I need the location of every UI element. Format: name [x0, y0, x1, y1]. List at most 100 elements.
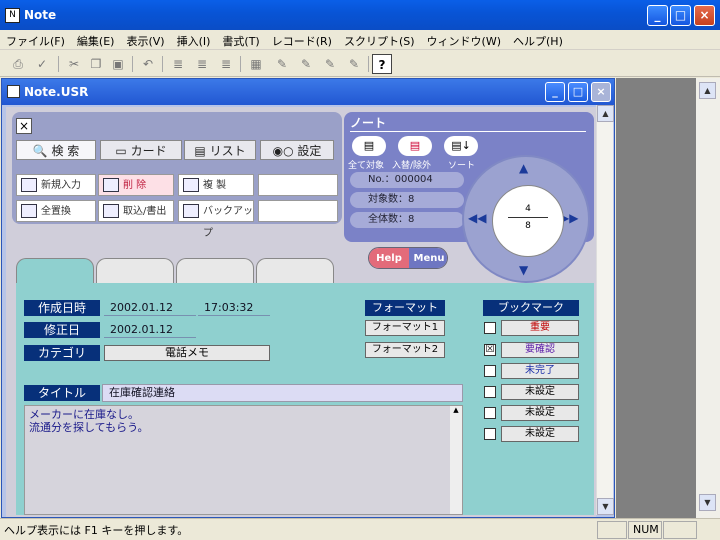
format-1-button[interactable]: フォーマット1 [365, 320, 445, 336]
import-export-button[interactable]: 取込/書出 [98, 200, 174, 222]
bookmark-checkbox[interactable]: ☒ [484, 344, 496, 356]
menu-window[interactable]: ウィンドウ(W) [421, 30, 507, 52]
dial-first-icon[interactable]: ◀◀ [468, 211, 486, 225]
delete-icon [103, 178, 119, 192]
tab-search[interactable]: 🔍 検 索 [16, 140, 96, 160]
form-tab-3[interactable] [176, 258, 254, 284]
status-text: ヘルプ表示には F1 キーを押します。 [4, 524, 189, 537]
bookmark-checkbox[interactable] [484, 428, 496, 440]
dial-up-icon[interactable]: ▲ [519, 161, 528, 175]
mdi-background [616, 78, 696, 518]
print-icon[interactable]: ⎙ [8, 54, 28, 74]
replace-all-button[interactable]: 全置換 [16, 200, 96, 222]
divider [508, 217, 548, 218]
dial-counter: 4 8 [492, 185, 564, 257]
child-maximize-button[interactable]: □ [568, 82, 588, 102]
scroll-up-icon[interactable]: ▲ [450, 406, 462, 414]
bookmark-needs-check[interactable]: 要確認 [501, 342, 579, 358]
tab-list[interactable]: ▤ リスト [184, 140, 256, 160]
delete-button[interactable]: 削 除 [98, 174, 174, 196]
script-icon[interactable]: ✎ [296, 54, 316, 74]
new-entry-button[interactable]: 新規入力 [16, 174, 96, 196]
target-count: 対象数：8 [350, 192, 464, 208]
title-label: タイトル [24, 385, 100, 401]
note-window-titlebar: Note.USR _ □ × [2, 79, 614, 105]
menu-button[interactable]: Menu [409, 248, 447, 268]
list-icon: ▤ [194, 144, 206, 158]
document-icon [7, 85, 20, 98]
bookmark-checkbox[interactable] [484, 407, 496, 419]
list-icon[interactable]: ≣ [216, 54, 236, 74]
menu-file[interactable]: ファイル(F) [0, 30, 71, 52]
list-icon[interactable]: ≣ [192, 54, 212, 74]
title-field[interactable]: 在庫確認連絡 [102, 384, 463, 402]
backup-button[interactable]: バックアップ [178, 200, 254, 239]
duplicate-button[interactable]: 複 製 [178, 174, 254, 196]
created-date: 2002.01.12 [104, 300, 196, 316]
replace-icon [21, 204, 37, 218]
search-icon: 🔍 [32, 144, 48, 158]
divider [350, 131, 586, 132]
dial-current: 4 [525, 204, 531, 214]
help-icon[interactable]: ? [372, 54, 392, 74]
main-vertical-scrollbar[interactable]: ▲ ▼ [696, 78, 720, 518]
textarea-scrollbar[interactable]: ▲ [450, 406, 462, 514]
bookmark-unset[interactable]: 未設定 [501, 405, 579, 421]
menu-help[interactable]: ヘルプ(H) [507, 30, 569, 52]
maximize-button[interactable]: □ [670, 5, 691, 26]
layout-icon[interactable]: ▦ [246, 54, 266, 74]
bookmark-important[interactable]: 重要 [501, 320, 579, 336]
close-icon[interactable]: × [16, 118, 32, 134]
select-all-button[interactable]: ▤ [352, 136, 386, 156]
bookmark-checkbox[interactable] [484, 386, 496, 398]
note-vertical-scrollbar[interactable]: ▲ ▼ [596, 105, 614, 515]
card-icon: ▭ [115, 144, 127, 158]
menu-script[interactable]: スクリプト(S) [338, 30, 421, 52]
menu-insert[interactable]: 挿入(I) [171, 30, 217, 52]
menu-view[interactable]: 表示(V) [120, 30, 170, 52]
scroll-down-icon[interactable]: ▼ [699, 494, 716, 511]
toolbar-separator [58, 56, 59, 72]
scroll-up-icon[interactable]: ▲ [699, 82, 716, 99]
form-tab-1[interactable] [16, 258, 94, 284]
modified-date: 2002.01.12 [104, 322, 196, 338]
script-icon[interactable]: ✎ [320, 54, 340, 74]
bookmark-incomplete[interactable]: 未完了 [501, 363, 579, 379]
swap-exclude-button[interactable]: ▤ [398, 136, 432, 156]
format-2-button[interactable]: フォーマット2 [365, 342, 445, 358]
duplicate-icon [183, 178, 199, 192]
close-button[interactable]: × [694, 5, 715, 26]
undo-icon[interactable]: ↶ [138, 54, 158, 74]
bookmark-unset[interactable]: 未設定 [501, 426, 579, 442]
category-field[interactable]: 電話メモ [104, 345, 270, 361]
scroll-up-icon[interactable]: ▲ [597, 105, 614, 122]
minimize-button[interactable]: _ [647, 5, 668, 26]
paste-icon[interactable]: ▣ [108, 54, 128, 74]
cut-icon[interactable]: ✂ [64, 54, 84, 74]
tab-settings[interactable]: ◉○ 設定 [260, 140, 334, 160]
dial-down-icon[interactable]: ▼ [519, 263, 528, 277]
form-tab-2[interactable] [96, 258, 174, 284]
help-button[interactable]: Help [369, 248, 409, 268]
spellcheck-icon[interactable]: ✓ [32, 54, 52, 74]
sort-label: ソート [448, 161, 476, 171]
copy-icon[interactable]: ❐ [86, 54, 106, 74]
tab-card[interactable]: ▭ カード [100, 140, 182, 160]
new-icon [21, 178, 37, 192]
bookmark-unset[interactable]: 未設定 [501, 384, 579, 400]
script-icon[interactable]: ✎ [344, 54, 364, 74]
list-icon[interactable]: ≣ [168, 54, 188, 74]
toolbar-separator [162, 56, 163, 72]
child-close-button[interactable]: × [591, 82, 611, 102]
scroll-down-icon[interactable]: ▼ [597, 498, 614, 515]
menu-format[interactable]: 書式(T) [216, 30, 265, 52]
menu-edit[interactable]: 編集(E) [71, 30, 121, 52]
script-icon[interactable]: ✎ [272, 54, 292, 74]
bookmark-checkbox[interactable] [484, 322, 496, 334]
form-tab-4[interactable] [256, 258, 334, 284]
sort-button[interactable]: ▤↓ [444, 136, 478, 156]
child-minimize-button[interactable]: _ [545, 82, 565, 102]
body-textarea[interactable]: メーカーに在庫なし。 流通分を探してもらう。 [24, 405, 463, 515]
bookmark-checkbox[interactable] [484, 365, 496, 377]
menu-record[interactable]: レコード(R) [266, 30, 338, 52]
